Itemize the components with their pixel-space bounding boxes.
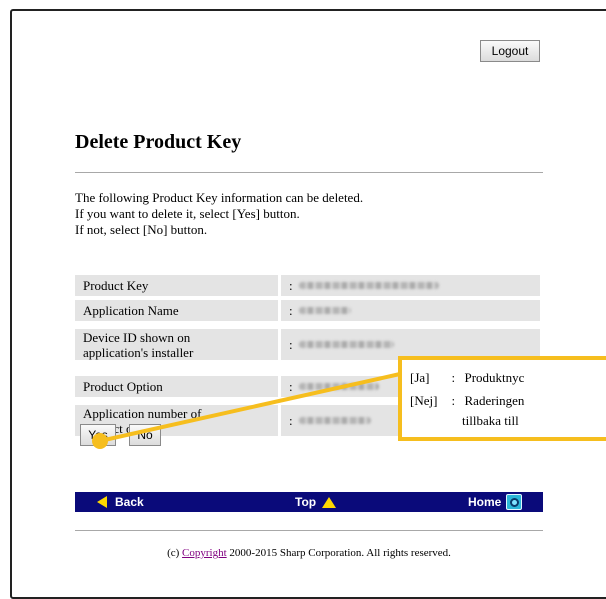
- label-line: Application number of: [83, 405, 202, 421]
- application-name-label: Application Name: [75, 300, 278, 321]
- redacted-value: [298, 383, 379, 390]
- device-id-label: Device ID shown on application's install…: [75, 329, 278, 360]
- up-arrow-icon: [322, 496, 337, 508]
- label-line: application's installer: [83, 344, 194, 360]
- table-row: Product Key :: [75, 275, 540, 296]
- top-link[interactable]: Top: [295, 492, 337, 512]
- intro-line: The following Product Key information ca…: [75, 190, 364, 205]
- callout-text: tillbaka till: [462, 413, 519, 428]
- intro-line: If not, select [No] button.: [75, 222, 208, 237]
- product-key-label: Product Key: [75, 275, 278, 296]
- redacted-value: [298, 282, 439, 289]
- bottom-navbar: Back Top Home: [75, 492, 543, 512]
- redacted-value: [298, 417, 371, 424]
- callout-line: [Nej] : Raderingen: [410, 391, 524, 411]
- back-arrow-icon: [97, 496, 107, 508]
- intro-text: The following Product Key information ca…: [75, 190, 363, 238]
- redacted-value: [298, 307, 351, 314]
- value-prefix: :: [289, 378, 293, 394]
- callout-text: Produktnyc: [464, 370, 525, 385]
- callout-text: Raderingen: [464, 393, 525, 408]
- product-option-label: Product Option: [75, 376, 278, 397]
- home-label: Home: [468, 495, 502, 509]
- redacted-value: [298, 341, 394, 348]
- home-link[interactable]: Home: [468, 492, 523, 512]
- title-divider: [75, 172, 543, 173]
- callout-line: tillbaka till: [462, 411, 519, 431]
- label-line: Device ID shown on: [83, 329, 191, 345]
- footer-suffix: 2000-2015 Sharp Corporation. All rights …: [226, 547, 451, 559]
- top-label: Top: [295, 495, 317, 509]
- footer-divider: [75, 530, 543, 531]
- logout-button[interactable]: Logout: [480, 40, 540, 62]
- callout-sep: :: [451, 370, 456, 385]
- back-link[interactable]: Back: [97, 492, 144, 512]
- value-prefix: :: [289, 336, 293, 352]
- value-prefix: :: [289, 277, 293, 293]
- value-prefix: :: [289, 412, 293, 428]
- application-name-value: :: [281, 300, 540, 321]
- home-icon: [506, 494, 523, 510]
- callout-line: [Ja] : Produktnyc: [410, 368, 524, 388]
- callout-sep: :: [451, 393, 456, 408]
- callout-key: [Ja]: [410, 370, 430, 385]
- table-row: Application Name :: [75, 300, 540, 321]
- no-button[interactable]: No: [129, 424, 161, 446]
- callout-key: [Nej]: [410, 393, 438, 408]
- yes-button[interactable]: Yes: [80, 424, 116, 446]
- annotation-callout: [Ja] : Produktnyc [Nej] : Raderingen til…: [398, 356, 606, 441]
- intro-line: If you want to delete it, select [Yes] b…: [75, 206, 300, 221]
- product-key-value: :: [281, 275, 540, 296]
- copyright-footer: (c) Copyright 2000-2015 Sharp Corporatio…: [75, 547, 543, 559]
- copyright-link[interactable]: Copyright: [182, 547, 227, 559]
- page-title: Delete Product Key: [75, 131, 242, 153]
- value-prefix: :: [289, 302, 293, 318]
- footer-prefix: (c): [167, 547, 183, 559]
- back-label: Back: [115, 495, 144, 509]
